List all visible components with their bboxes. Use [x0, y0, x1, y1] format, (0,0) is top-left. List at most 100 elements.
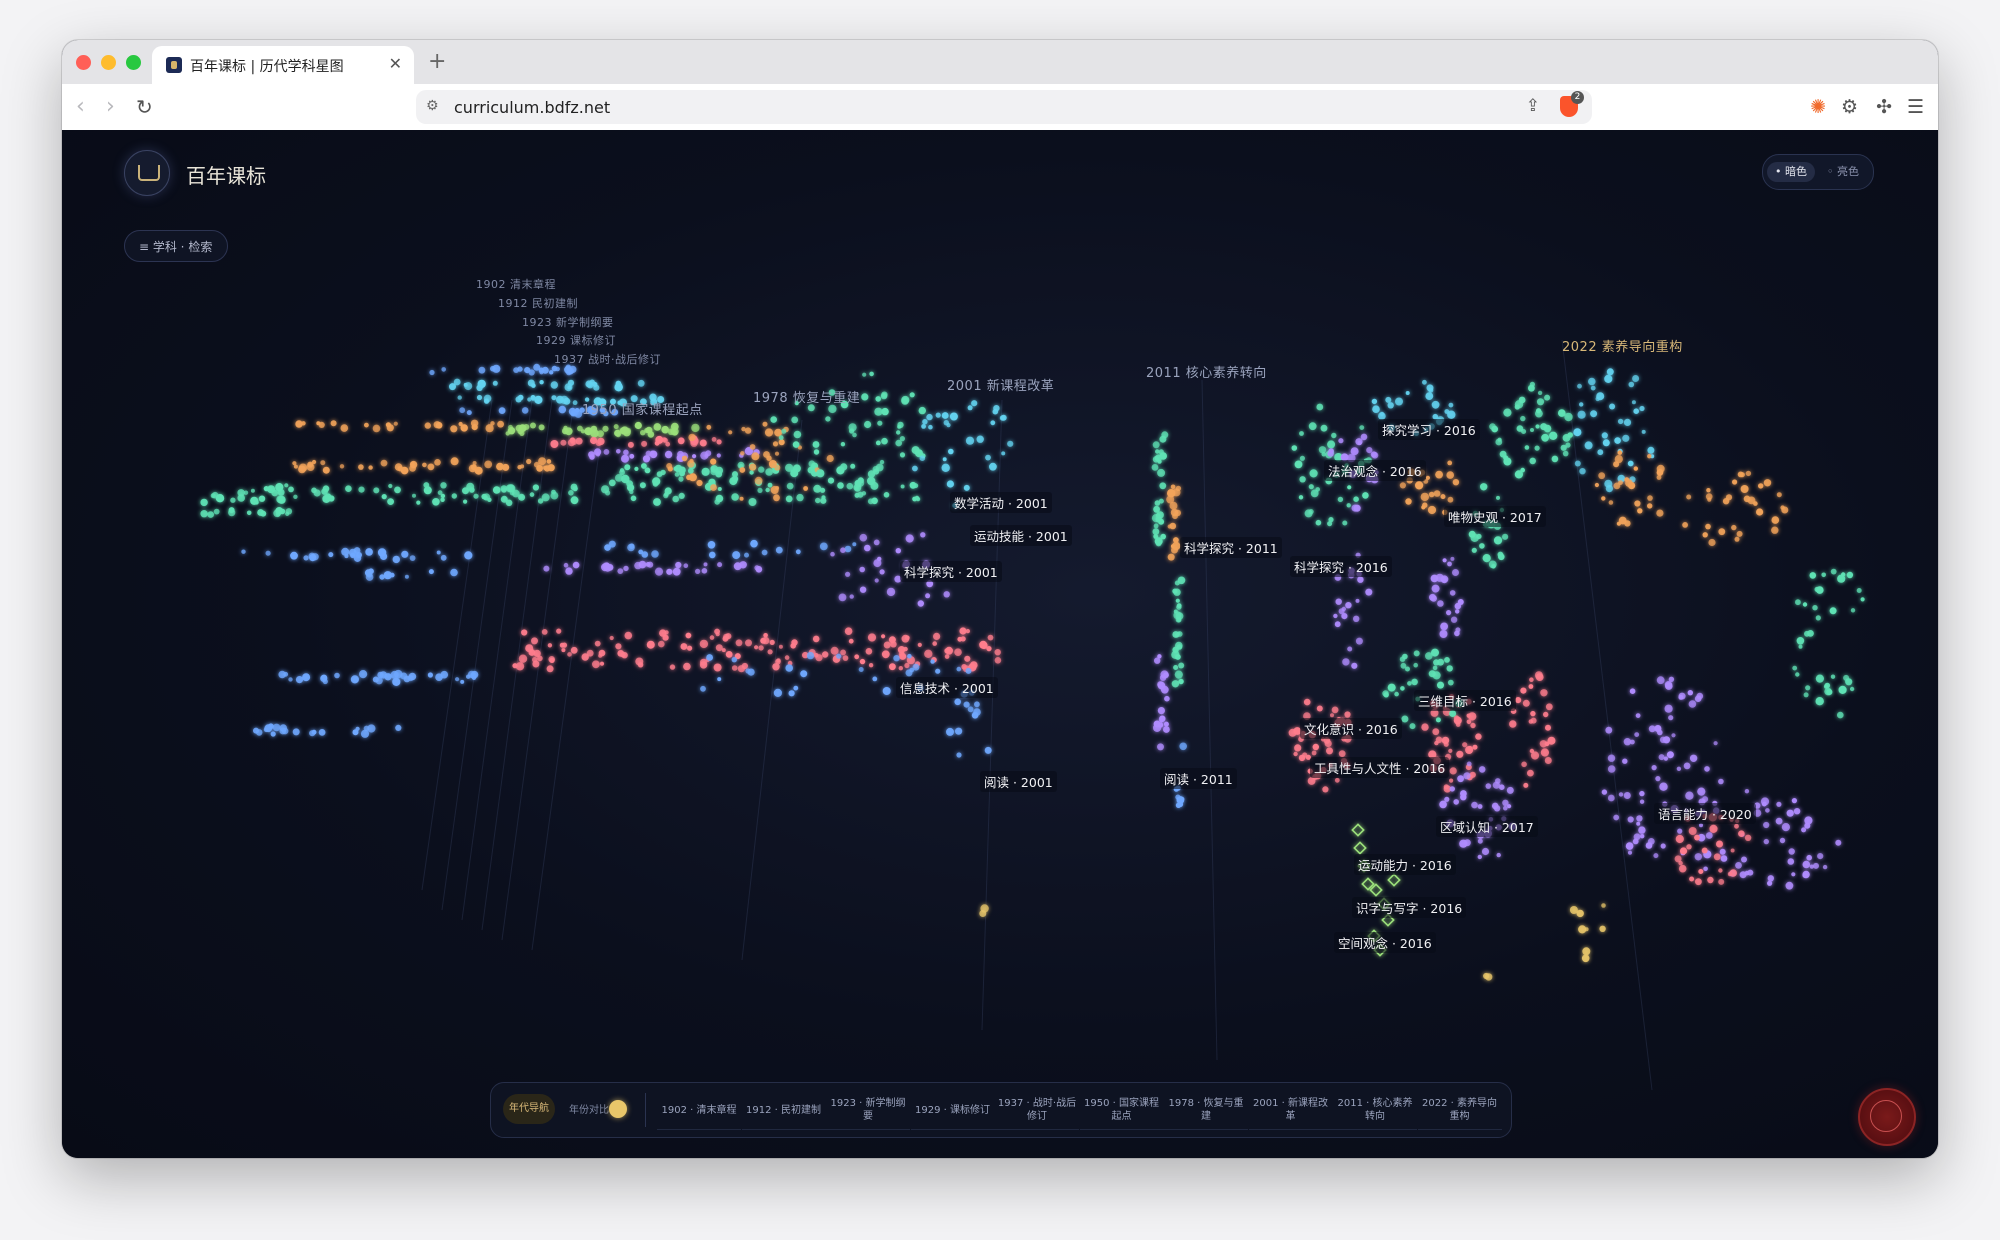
- star-point[interactable]: [917, 642, 922, 648]
- star-point[interactable]: [1549, 431, 1558, 440]
- star-point[interactable]: [463, 499, 468, 504]
- star-point[interactable]: [1429, 593, 1436, 601]
- star-point[interactable]: [930, 659, 935, 664]
- star-point[interactable]: [1351, 504, 1359, 512]
- star-point[interactable]: [638, 549, 644, 555]
- star-point[interactable]: [1174, 509, 1182, 517]
- star-point[interactable]: [353, 554, 362, 562]
- star-point[interactable]: [830, 551, 835, 557]
- star-point[interactable]: [1346, 503, 1351, 508]
- star-point[interactable]: [498, 407, 506, 414]
- era-button[interactable]: 1978 · 恢复与重建: [1164, 1091, 1248, 1130]
- era-button[interactable]: 1929 · 课标修订: [910, 1091, 995, 1130]
- star-point[interactable]: [1493, 805, 1501, 812]
- star-point[interactable]: [680, 643, 688, 650]
- star-point[interactable]: [1399, 482, 1406, 489]
- star-point[interactable]: [761, 549, 768, 556]
- star-point[interactable]: [1514, 400, 1524, 409]
- star-point[interactable]: [1560, 444, 1567, 451]
- star-point[interactable]: [1605, 485, 1613, 493]
- point-label[interactable]: 科学探究 · 2001: [900, 561, 1002, 582]
- star-point[interactable]: [1470, 722, 1476, 729]
- star-point[interactable]: [615, 643, 622, 650]
- star-point[interactable]: [1402, 653, 1408, 660]
- star-point[interactable]: [1322, 786, 1329, 793]
- star-point[interactable]: [696, 479, 703, 487]
- star-point[interactable]: [670, 427, 679, 436]
- star-point[interactable]: [961, 664, 967, 670]
- star-point[interactable]: [1596, 392, 1605, 401]
- star-point[interactable]: [1502, 799, 1509, 806]
- star-point[interactable]: [1663, 756, 1668, 761]
- star-point[interactable]: [1530, 710, 1536, 717]
- star-point[interactable]: [1809, 864, 1814, 869]
- star-point[interactable]: [1524, 445, 1530, 450]
- star-point[interactable]: [654, 440, 660, 446]
- star-point[interactable]: [687, 467, 694, 474]
- star-point[interactable]: [954, 698, 961, 706]
- star-point[interactable]: [1420, 492, 1430, 502]
- star-point[interactable]: [1440, 622, 1448, 631]
- star-point[interactable]: [1152, 456, 1160, 463]
- star-point[interactable]: [543, 565, 550, 572]
- subject-search-button[interactable]: ≡ 学科 · 检索: [124, 230, 228, 262]
- star-point[interactable]: [926, 413, 933, 421]
- star-point[interactable]: [669, 664, 676, 670]
- star-point[interactable]: [588, 451, 595, 458]
- star-point[interactable]: [1428, 491, 1435, 498]
- star-point[interactable]: [871, 497, 878, 505]
- star-point[interactable]: [589, 379, 595, 385]
- point-label[interactable]: 科学探究 · 2016: [1290, 556, 1392, 577]
- star-point[interactable]: [1577, 383, 1582, 389]
- star-point[interactable]: [675, 561, 682, 569]
- star-point[interactable]: [956, 752, 962, 758]
- star-point[interactable]: [994, 649, 1001, 656]
- star-point[interactable]: [1736, 530, 1743, 537]
- reload-icon[interactable]: ↻: [136, 95, 153, 119]
- star-point[interactable]: [1481, 847, 1490, 856]
- star-point[interactable]: [1492, 781, 1500, 789]
- star-point[interactable]: [621, 454, 629, 463]
- star-point[interactable]: [531, 637, 538, 645]
- star-point[interactable]: [1607, 765, 1616, 773]
- star-point[interactable]: [1543, 711, 1549, 718]
- era-button[interactable]: 1923 · 新学制纲要: [826, 1091, 910, 1130]
- star-point[interactable]: [874, 578, 879, 583]
- star-point[interactable]: [813, 484, 822, 493]
- star-point[interactable]: [1815, 697, 1824, 706]
- star-point[interactable]: [1647, 503, 1653, 509]
- star-point[interactable]: [303, 555, 309, 561]
- star-point[interactable]: [1656, 475, 1662, 480]
- star-point[interactable]: [852, 432, 857, 438]
- star-point[interactable]: [440, 554, 447, 561]
- star-point[interactable]: [994, 657, 1002, 664]
- star-point[interactable]: [701, 568, 708, 574]
- star-point[interactable]: [288, 677, 293, 682]
- star-point[interactable]: [1614, 437, 1621, 444]
- star-point[interactable]: [770, 416, 777, 423]
- star-point[interactable]: [1631, 400, 1636, 405]
- point-label[interactable]: 数学活动 · 2001: [950, 492, 1052, 513]
- star-point[interactable]: [1405, 498, 1412, 505]
- star-point[interactable]: [490, 365, 496, 372]
- star-point[interactable]: [1178, 678, 1184, 685]
- star-point[interactable]: [639, 482, 646, 489]
- star-point[interactable]: [1793, 808, 1801, 815]
- star-point[interactable]: [1582, 947, 1591, 956]
- star-point[interactable]: [849, 594, 854, 599]
- star-point[interactable]: [778, 644, 783, 649]
- star-point[interactable]: [1781, 823, 1790, 832]
- star-point[interactable]: [1180, 796, 1185, 802]
- star-point[interactable]: [1590, 410, 1598, 418]
- star-point[interactable]: [1763, 821, 1770, 829]
- star-point[interactable]: [515, 424, 523, 432]
- galaxy-svg[interactable]: [62, 130, 1938, 1158]
- era-button[interactable]: 2011 · 核心素养 转向: [1333, 1091, 1417, 1130]
- star-point[interactable]: [874, 407, 883, 416]
- star-point[interactable]: [608, 479, 616, 487]
- star-point[interactable]: [1629, 688, 1636, 694]
- star-point[interactable]: [464, 382, 473, 391]
- star-point[interactable]: [898, 666, 903, 671]
- star-point[interactable]: [965, 436, 975, 445]
- star-point[interactable]: [664, 450, 673, 459]
